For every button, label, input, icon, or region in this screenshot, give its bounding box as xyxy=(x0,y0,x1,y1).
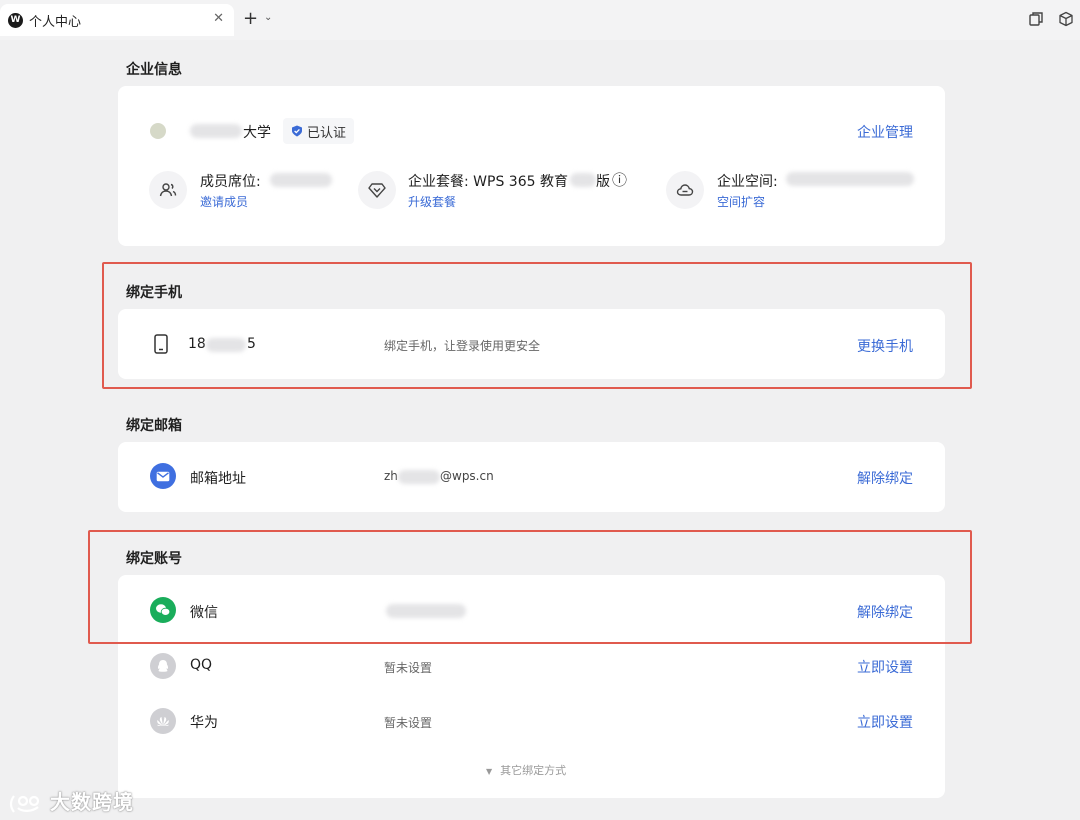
package-edition-redacted xyxy=(570,173,596,187)
email-card: 邮箱地址 zh @wps.cn 解除绑定 xyxy=(118,442,945,512)
section-title-accounts: 绑定账号 xyxy=(126,551,182,567)
wechat-icon xyxy=(150,597,176,623)
email-redacted xyxy=(398,470,440,484)
phone-icon xyxy=(154,334,168,354)
setup-qq-link[interactable]: 立即设置 xyxy=(857,657,913,677)
email-icon xyxy=(150,463,176,489)
enterprise-card: 大学 已认证 企业管理 成员席位: 邀请成员 企业套餐: WPS 365 教育 … xyxy=(118,86,945,246)
accounts-card: 微信 解除绑定 QQ 暂未设置 立即设置 华为 暂未设置 立即设置 ▼ 其它绑定方… xyxy=(118,575,945,798)
watermark-text: 大数跨境 xyxy=(50,790,134,814)
tab-dropdown-icon[interactable]: ⌄ xyxy=(264,12,272,23)
verified-label: 已认证 xyxy=(307,125,347,141)
upgrade-package-link[interactable]: 升级套餐 xyxy=(408,193,456,210)
section-title-phone: 绑定手机 xyxy=(126,285,182,301)
change-phone-link[interactable]: 更换手机 xyxy=(857,336,913,356)
enterprise-manage-link[interactable]: 企业管理 xyxy=(857,122,913,142)
account-row-wechat: 微信 解除绑定 xyxy=(118,575,945,645)
huawei-label: 华为 xyxy=(190,715,218,731)
package-info-icon[interactable]: ⓘ xyxy=(612,169,627,190)
wps-logo-icon: W xyxy=(8,12,23,28)
enterprise-avatar xyxy=(150,123,166,139)
enterprise-name: 大学 xyxy=(243,125,271,141)
qq-icon xyxy=(150,653,176,679)
section-title-enterprise: 企业信息 xyxy=(126,62,182,78)
huawei-status: 暂未设置 xyxy=(384,716,433,730)
more-bind-methods[interactable]: ▼ 其它绑定方式 xyxy=(486,762,566,778)
phone-number-suffix: 5 xyxy=(247,336,256,352)
phone-number-prefix: 18 xyxy=(188,336,206,352)
seats-label: 成员席位: xyxy=(200,174,261,190)
package-label: 企业套餐: WPS 365 教育 xyxy=(408,174,568,190)
tab-bar: W 个人中心 ✕ + ⌄ xyxy=(0,0,1080,40)
invite-members-link[interactable]: 邀请成员 xyxy=(200,193,248,210)
email-prefix: zh xyxy=(384,469,398,483)
qq-status: 暂未设置 xyxy=(384,661,433,675)
enterprise-name-redacted xyxy=(190,124,242,138)
phone-hint: 绑定手机，让登录使用更安全 xyxy=(384,339,541,353)
package-suffix: 版 xyxy=(596,174,610,190)
seats-value-redacted xyxy=(270,173,332,187)
wechat-account-redacted xyxy=(386,604,466,618)
watermark-logo-icon xyxy=(9,794,40,813)
unbind-email-link[interactable]: 解除绑定 xyxy=(857,468,913,488)
close-tab-icon[interactable]: ✕ xyxy=(213,11,224,26)
unbind-wechat-link[interactable]: 解除绑定 xyxy=(857,602,913,622)
verified-shield-icon xyxy=(292,125,302,137)
wechat-label: 微信 xyxy=(190,605,218,621)
email-label: 邮箱地址 xyxy=(190,471,246,487)
new-tab-icon[interactable]: + xyxy=(243,8,258,29)
space-label: 企业空间: xyxy=(717,174,778,190)
verified-badge: 已认证 xyxy=(283,118,355,144)
phone-card: 18 5 绑定手机，让登录使用更安全 更换手机 xyxy=(118,309,945,379)
expand-space-link[interactable]: 空间扩容 xyxy=(717,193,765,210)
space-value-redacted xyxy=(786,172,914,186)
setup-huawei-link[interactable]: 立即设置 xyxy=(857,712,913,732)
cloud-icon xyxy=(666,171,704,209)
watermark: 大数跨境 xyxy=(8,786,134,815)
phone-number-redacted xyxy=(206,338,246,352)
tab-personal-center[interactable]: W 个人中心 ✕ xyxy=(0,4,234,36)
email-suffix: @wps.cn xyxy=(440,469,494,483)
section-title-email: 绑定邮箱 xyxy=(126,418,182,434)
members-icon xyxy=(149,171,187,209)
window-restore-icon[interactable] xyxy=(1028,11,1044,27)
tab-title: 个人中心 xyxy=(29,14,82,30)
more-bind-label: 其它绑定方式 xyxy=(500,764,567,777)
expand-arrow-icon: ▼ xyxy=(486,767,493,776)
account-row-qq: QQ 暂未设置 立即设置 xyxy=(118,645,945,700)
cube-icon[interactable] xyxy=(1058,11,1074,27)
qq-label: QQ xyxy=(190,657,213,673)
account-row-huawei: 华为 暂未设置 立即设置 xyxy=(118,700,945,755)
diamond-icon xyxy=(358,171,396,209)
huawei-icon xyxy=(150,708,176,734)
